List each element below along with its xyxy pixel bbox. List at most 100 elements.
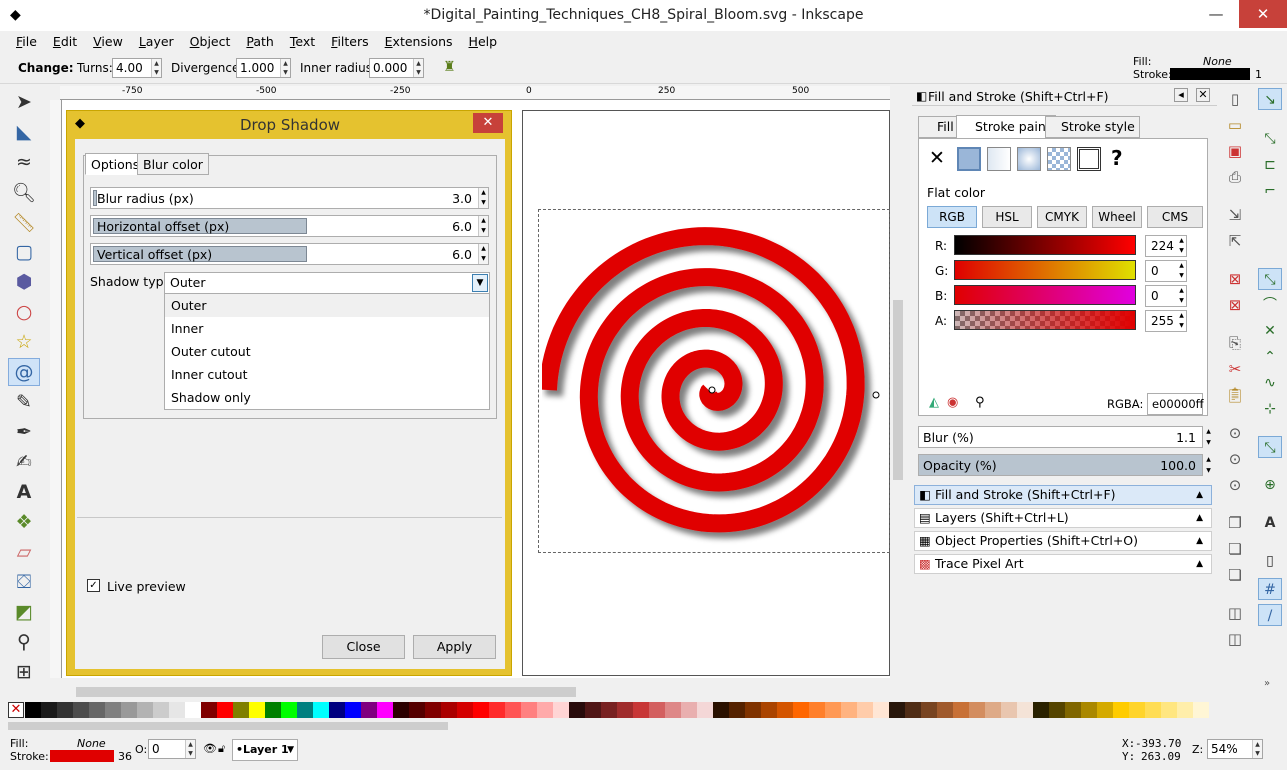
ellipse-tool-icon[interactable]: ○ xyxy=(8,298,40,326)
layer-select[interactable]: •Layer 1 ▼ xyxy=(232,739,298,761)
group-icon[interactable]: ◫ xyxy=(1223,602,1247,624)
palette-swatch[interactable] xyxy=(361,702,377,718)
palette-swatch[interactable] xyxy=(505,702,521,718)
horizontal-scrollbar[interactable] xyxy=(62,684,892,700)
zoom-input[interactable]: 54% ▲ ▼ xyxy=(1207,739,1263,759)
selector-tool-icon[interactable]: ➤ xyxy=(8,88,40,116)
unlink-clone-icon[interactable]: ❏ xyxy=(1223,564,1247,586)
paste-icon[interactable]: 📋︎ xyxy=(1223,384,1247,406)
snap-bbox-corner-icon[interactable]: ⌐ xyxy=(1258,180,1282,202)
vertical-scroll-thumb[interactable] xyxy=(893,300,903,480)
pen-tool-icon[interactable]: ✒ xyxy=(8,418,40,446)
mode-wheel-button[interactable]: Wheel xyxy=(1092,206,1142,228)
snap-others-icon[interactable]: ⤡ xyxy=(1258,436,1282,458)
opacity-spin-arrows[interactable]: ▲ ▼ xyxy=(1204,454,1213,476)
pattern-icon[interactable] xyxy=(1047,147,1071,171)
connector-tool-icon[interactable]: ⊞ xyxy=(8,658,40,686)
tweak-tool-icon[interactable]: ≈ xyxy=(8,148,40,176)
snap-bbox-icon[interactable]: ⤡ xyxy=(1258,128,1282,150)
tab-fill[interactable]: Fill xyxy=(918,116,959,138)
linear-gradient-icon[interactable] xyxy=(987,147,1011,171)
zoom-selection-icon[interactable]: ⊙ xyxy=(1223,422,1247,444)
node-tool-icon[interactable]: ◣ xyxy=(8,118,40,146)
status-stroke-swatch[interactable] xyxy=(50,750,114,762)
zoom-drawing-icon[interactable]: ⊙ xyxy=(1223,448,1247,470)
horizontal-offset-slider[interactable]: Horizontal offset (px) 6.0 ▲ ▼ xyxy=(90,215,489,237)
palette-swatch[interactable] xyxy=(793,702,809,718)
menu-help[interactable]: Help xyxy=(461,31,506,53)
palette-swatch[interactable] xyxy=(729,702,745,718)
snap-smooth-icon[interactable]: ∿ xyxy=(1258,372,1282,394)
zoom-tool-icon[interactable]: 🔍︎ xyxy=(8,178,40,206)
measure-tool-icon[interactable]: 📏︎ xyxy=(8,208,40,236)
palette-swatch[interactable] xyxy=(1129,702,1145,718)
color-picker-icon[interactable]: ⚲ xyxy=(975,395,985,410)
palette-swatch[interactable] xyxy=(985,702,1001,718)
snap-center-icon[interactable]: ⊕ xyxy=(1258,474,1282,496)
no-color-swatch-icon[interactable]: ✕ xyxy=(8,702,24,718)
status-opacity-input[interactable]: 0 ▲ ▼ xyxy=(148,739,196,759)
out-of-gamut-icon[interactable]: ◉ xyxy=(947,395,958,410)
spray-tool-icon[interactable]: ❖ xyxy=(8,508,40,536)
dropdown-option[interactable]: Outer cutout xyxy=(165,340,489,363)
palette-swatch[interactable] xyxy=(969,702,985,718)
palette-swatch[interactable] xyxy=(121,702,137,718)
unset-paint-icon[interactable]: ? xyxy=(1111,146,1123,170)
text-tool-icon[interactable]: A xyxy=(8,478,40,506)
palette-swatch[interactable] xyxy=(73,702,89,718)
spiral-inner-handle[interactable] xyxy=(708,386,716,394)
rectangle-tool-icon[interactable]: ▢ xyxy=(8,238,40,266)
palette-swatch[interactable] xyxy=(937,702,953,718)
palette-swatch[interactable] xyxy=(473,702,489,718)
snap-nodes-icon[interactable]: ⤡ xyxy=(1258,268,1282,290)
snap-text-baseline-icon[interactable]: A xyxy=(1258,512,1282,534)
clone-icon[interactable]: ❏ xyxy=(1223,538,1247,560)
palette-swatch[interactable] xyxy=(441,702,457,718)
dock-trace-pixel-art[interactable]: ▩ Trace Pixel Art ▲ xyxy=(914,554,1212,574)
channel-r-slider[interactable] xyxy=(954,235,1136,255)
3d-box-tool-icon[interactable]: ⬢ xyxy=(8,268,40,296)
dropdown-option[interactable]: Outer xyxy=(165,294,489,317)
channel-a-input[interactable]: 255 ▲ ▼ xyxy=(1145,310,1187,332)
spiral-outer-handle[interactable] xyxy=(872,391,880,399)
palette-swatch[interactable] xyxy=(745,702,761,718)
close-window-button[interactable]: ✕ xyxy=(1239,0,1287,28)
tab-stroke-style[interactable]: Stroke style xyxy=(1045,116,1140,138)
palette-swatch[interactable] xyxy=(233,702,249,718)
mode-rgb-button[interactable]: RGB xyxy=(927,206,977,228)
palette-swatch[interactable] xyxy=(569,702,585,718)
palette-swatch[interactable] xyxy=(905,702,921,718)
layer-lock-icon[interactable]: 🔓︎ xyxy=(218,742,225,756)
menu-edit[interactable]: Edit xyxy=(45,31,85,53)
inner-radius-input[interactable]: 0.000 ▲ ▼ xyxy=(369,58,424,78)
color-managed-icon[interactable]: ◭ xyxy=(929,395,939,410)
palette-swatch[interactable] xyxy=(297,702,313,718)
menu-text[interactable]: Text xyxy=(282,31,323,53)
blur-radius-slider[interactable]: Blur radius (px) 3.0 ▲ ▼ xyxy=(90,187,489,209)
palette-swatch[interactable] xyxy=(201,702,217,718)
no-paint-icon[interactable]: ✕ xyxy=(929,147,945,169)
blur-spin-arrows[interactable]: ▲ ▼ xyxy=(1204,426,1213,448)
palette-swatch[interactable] xyxy=(665,702,681,718)
iconify-icon[interactable]: ◂ xyxy=(1174,88,1188,102)
menu-file[interactable]: File xyxy=(8,31,45,53)
palette-swatch[interactable] xyxy=(953,702,969,718)
snap-page-icon[interactable]: ▯ xyxy=(1258,550,1282,572)
palette-swatch[interactable] xyxy=(521,702,537,718)
palette-swatch[interactable] xyxy=(537,702,553,718)
palette-swatch[interactable] xyxy=(329,702,345,718)
palette-swatch[interactable] xyxy=(777,702,793,718)
snap-enable-icon[interactable]: ↘ xyxy=(1258,88,1282,110)
menu-view[interactable]: View xyxy=(85,31,131,53)
spiral-tool-icon[interactable]: @ xyxy=(8,358,40,386)
channel-r-input[interactable]: 224 ▲ ▼ xyxy=(1145,235,1187,257)
zoom-page-icon[interactable]: ⊙ xyxy=(1223,474,1247,496)
save-icon[interactable]: ▣ xyxy=(1223,140,1247,162)
palette-swatch[interactable] xyxy=(1065,702,1081,718)
palette-swatch[interactable] xyxy=(857,702,873,718)
palette-swatch[interactable] xyxy=(873,702,889,718)
palette-swatch[interactable] xyxy=(1177,702,1193,718)
palette-swatch[interactable] xyxy=(841,702,857,718)
palette-scroll-thumb[interactable] xyxy=(8,722,448,730)
palette-swatch[interactable] xyxy=(1001,702,1017,718)
